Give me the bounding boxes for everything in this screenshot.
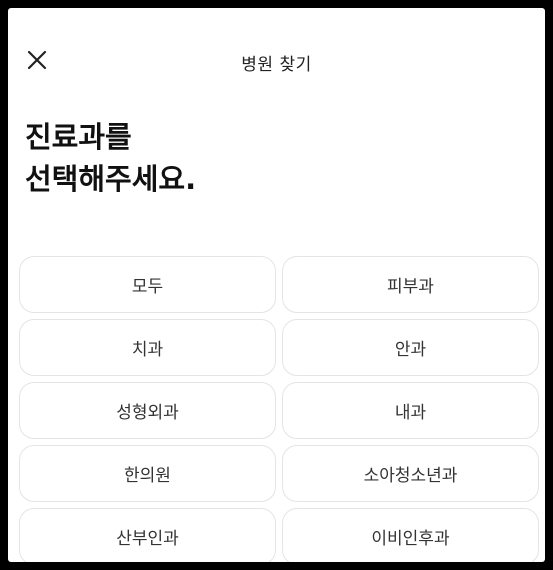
department-button-dentistry[interactable]: 치과 [19,319,276,376]
department-button-pediatrics[interactable]: 소아청소년과 [282,445,539,502]
page-title-line-1: 진료과를 [25,120,132,154]
find-hospital-window: 병원 찾기 진료과를 선택해주세요. 모두 피부과 치과 안과 성형외과 내과 … [8,8,545,562]
department-button-obstetrics[interactable]: 산부인과 [19,508,276,562]
department-button-plastic-surgery[interactable]: 성형외과 [19,382,276,439]
department-button-ent[interactable]: 이비인후과 [282,508,539,562]
department-button-all[interactable]: 모두 [19,256,276,313]
department-button-oriental-medicine[interactable]: 한의원 [19,445,276,502]
page-header-title: 병원 찾기 [241,55,312,75]
page-title-line-2: 선택해주세요. [25,162,197,196]
department-button-internal-medicine[interactable]: 내과 [282,382,539,439]
department-button-dermatology[interactable]: 피부과 [282,256,539,313]
department-button-ophthalmology[interactable]: 안과 [282,319,539,376]
department-grid: 모두 피부과 치과 안과 성형외과 내과 한의원 소아청소년과 산부인과 이비인… [19,256,539,562]
header: 병원 찾기 [8,36,545,84]
page-title: 진료과를 선택해주세요. [25,116,196,200]
